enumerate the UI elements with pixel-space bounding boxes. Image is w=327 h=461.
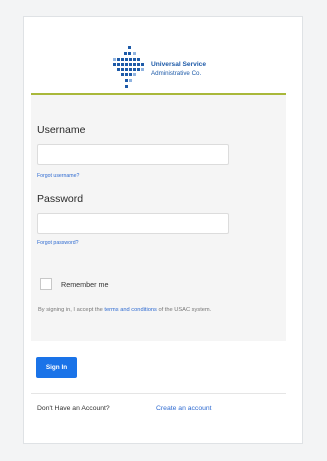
- divider: [31, 393, 286, 394]
- create-account-link[interactable]: Create an account: [156, 405, 212, 412]
- password-input[interactable]: [37, 213, 229, 234]
- remember-me-checkbox[interactable]: [40, 278, 52, 290]
- brand-subtitle: Administrative Co.: [151, 70, 202, 77]
- password-label: Password: [37, 193, 84, 205]
- terms-link[interactable]: terms and conditions: [104, 307, 156, 313]
- forgot-password-link[interactable]: Forgot password?: [37, 240, 79, 246]
- forgot-username-link[interactable]: Forgot username?: [37, 173, 79, 179]
- brand-name: Universal Service: [151, 61, 206, 68]
- username-input[interactable]: [37, 144, 229, 165]
- consent-suffix: of the USAC system.: [156, 307, 212, 313]
- sign-in-button[interactable]: Sign In: [36, 357, 77, 378]
- remember-me-label: Remember me: [61, 280, 109, 289]
- account-prompt: Don't Have an Account?: [37, 405, 110, 412]
- terms-consent-text: By signing in, I accept the terms and co…: [38, 305, 243, 316]
- consent-prefix: By signing in, I accept the: [38, 307, 105, 313]
- username-label: Username: [37, 124, 86, 136]
